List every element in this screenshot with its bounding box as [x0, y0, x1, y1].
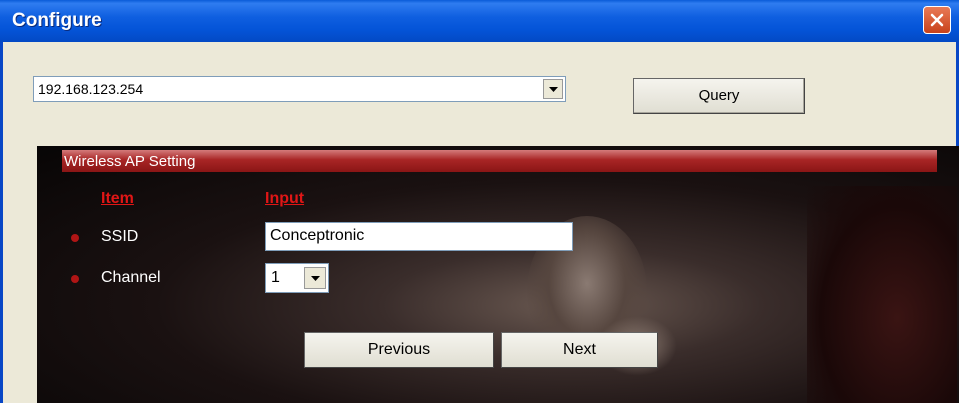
chevron-down-icon	[549, 87, 558, 92]
next-button[interactable]: Next	[501, 332, 658, 368]
configure-window: Configure 192.168.123.254 Query Wireless…	[0, 0, 959, 403]
column-header-item: Item	[101, 190, 134, 207]
channel-dropdown-button[interactable]	[304, 267, 326, 289]
column-header-input: Input	[265, 190, 305, 207]
ip-dropdown-button[interactable]	[543, 79, 563, 99]
close-button[interactable]	[923, 6, 951, 34]
ip-address-select[interactable]: 192.168.123.254	[33, 76, 566, 102]
title-bar[interactable]: Configure	[0, 0, 959, 42]
chevron-down-icon	[311, 276, 320, 281]
panel-header: Wireless AP Setting	[62, 150, 937, 172]
ssid-input[interactable]: Conceptronic	[265, 222, 573, 251]
panel-header-title: Wireless AP Setting	[64, 153, 196, 170]
previous-button[interactable]: Previous	[304, 332, 494, 368]
channel-value: 1	[271, 269, 280, 286]
ip-address-value: 192.168.123.254	[38, 81, 144, 97]
window-border-left	[0, 42, 3, 403]
query-button[interactable]: Query	[633, 78, 805, 114]
channel-select[interactable]: 1	[265, 263, 329, 293]
bullet-icon	[71, 275, 79, 283]
ssid-label: SSID	[101, 228, 139, 245]
background-photo-shadow	[807, 186, 957, 403]
bullet-icon	[71, 234, 79, 242]
close-icon	[930, 13, 944, 27]
channel-label: Channel	[101, 269, 161, 286]
wireless-settings-panel: Wireless AP Setting Item Input SSID Conc…	[37, 146, 959, 403]
window-title: Configure	[12, 10, 102, 31]
